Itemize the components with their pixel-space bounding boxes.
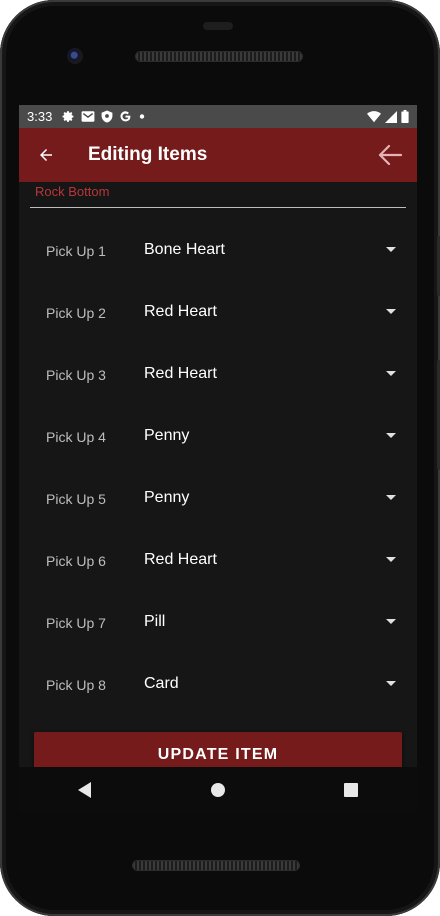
dropdown-caret-icon <box>386 619 396 624</box>
item-name-value: Rock Bottom <box>35 184 110 199</box>
pickup-row-2: Pick Up 2 Red Heart <box>19 286 417 348</box>
pickup-row-5: Pick Up 5 Penny <box>19 472 417 534</box>
pickup-selected-value: Card <box>144 675 179 692</box>
mail-icon <box>81 111 95 122</box>
pickup-selected-value: Red Heart <box>144 303 217 320</box>
screen: 3:33 Editing Items Rock Bottom Pick Up 1… <box>19 105 417 767</box>
nav-back-button[interactable] <box>60 770 110 810</box>
pickup-row-8: Pick Up 8 Card <box>19 658 417 720</box>
recents-square-icon <box>343 783 358 797</box>
pickup-dropdown-5[interactable]: Penny <box>134 478 396 518</box>
arrow-left-icon <box>40 149 52 161</box>
page-title: Editing Items <box>88 144 208 165</box>
pickup-dropdown-7[interactable]: Pill <box>134 602 396 642</box>
pickup-selected-value: Penny <box>144 427 190 444</box>
signal-icon <box>385 110 397 123</box>
front-camera <box>67 48 83 64</box>
pickup-selected-value: Bone Heart <box>144 241 225 258</box>
wifi-icon <box>367 110 381 122</box>
back-triangle-icon <box>78 782 92 798</box>
nav-recents-button[interactable] <box>326 770 376 810</box>
update-item-button[interactable]: UPDATE ITEM <box>34 732 402 767</box>
dropdown-caret-icon <box>386 433 396 438</box>
pickup-dropdown-4[interactable]: Penny <box>134 416 396 456</box>
pickup-row-7: Pick Up 7 Pill <box>19 596 417 658</box>
pickup-dropdown-1[interactable]: Bone Heart <box>134 230 396 270</box>
pickup-label: Pick Up 8 <box>46 677 106 693</box>
pickup-label: Pick Up 2 <box>46 305 106 321</box>
dropdown-caret-icon <box>386 247 396 252</box>
edit-form: Rock Bottom Pick Up 1 Bone Heart Pick Up… <box>19 182 417 720</box>
app-bar: Editing Items <box>19 128 417 182</box>
gear-icon <box>62 111 74 122</box>
nav-home-button[interactable] <box>193 770 243 810</box>
pickup-dropdown-8[interactable]: Card <box>134 664 396 704</box>
dropdown-caret-icon <box>386 557 396 562</box>
bottom-speaker-grille <box>133 861 299 870</box>
pickup-row-1: Pick Up 1 Bone Heart <box>19 224 417 286</box>
home-circle-icon <box>210 783 225 797</box>
pickup-label: Pick Up 7 <box>46 615 106 631</box>
pickup-row-3: Pick Up 3 Red Heart <box>19 348 417 410</box>
pickup-selected-value: Penny <box>144 489 190 506</box>
system-nav-bar <box>19 767 417 813</box>
dropdown-caret-icon <box>386 495 396 500</box>
pickup-dropdown-2[interactable]: Red Heart <box>134 292 396 332</box>
pickup-label: Pick Up 1 <box>46 243 106 259</box>
item-name-field[interactable]: Rock Bottom <box>30 182 406 208</box>
battery-icon <box>401 110 409 123</box>
dot-icon <box>140 114 145 119</box>
dropdown-caret-icon <box>386 371 396 376</box>
pickup-selected-value: Red Heart <box>144 551 217 568</box>
back-button[interactable] <box>34 143 58 167</box>
arrow-left-icon <box>378 144 403 166</box>
pickup-dropdown-3[interactable]: Red Heart <box>134 354 396 394</box>
pickup-selected-value: Pill <box>144 613 166 630</box>
dropdown-caret-icon <box>386 681 396 686</box>
dropdown-caret-icon <box>386 309 396 314</box>
earpiece <box>203 22 233 30</box>
google-icon <box>120 111 131 122</box>
status-time: 3:33 <box>27 109 53 124</box>
pickup-label: Pick Up 6 <box>46 553 106 569</box>
pickup-selected-value: Red Heart <box>144 365 217 382</box>
status-bar: 3:33 <box>19 105 417 128</box>
shield-icon <box>101 110 113 123</box>
system-status-icons <box>367 110 409 123</box>
pickup-row-6: Pick Up 6 Red Heart <box>19 534 417 596</box>
pickup-row-4: Pick Up 4 Penny <box>19 410 417 472</box>
notification-icons <box>62 110 146 123</box>
pickup-label: Pick Up 3 <box>46 367 106 383</box>
pickup-list: Pick Up 1 Bone Heart Pick Up 2 Red Heart… <box>19 224 417 720</box>
phone-frame: 3:33 Editing Items Rock Bottom Pick Up 1… <box>0 0 440 916</box>
pickup-label: Pick Up 4 <box>46 429 106 445</box>
pickup-label: Pick Up 5 <box>46 491 106 507</box>
action-back-button[interactable] <box>377 143 403 167</box>
pickup-dropdown-6[interactable]: Red Heart <box>134 540 396 580</box>
top-speaker-grille <box>136 52 302 61</box>
